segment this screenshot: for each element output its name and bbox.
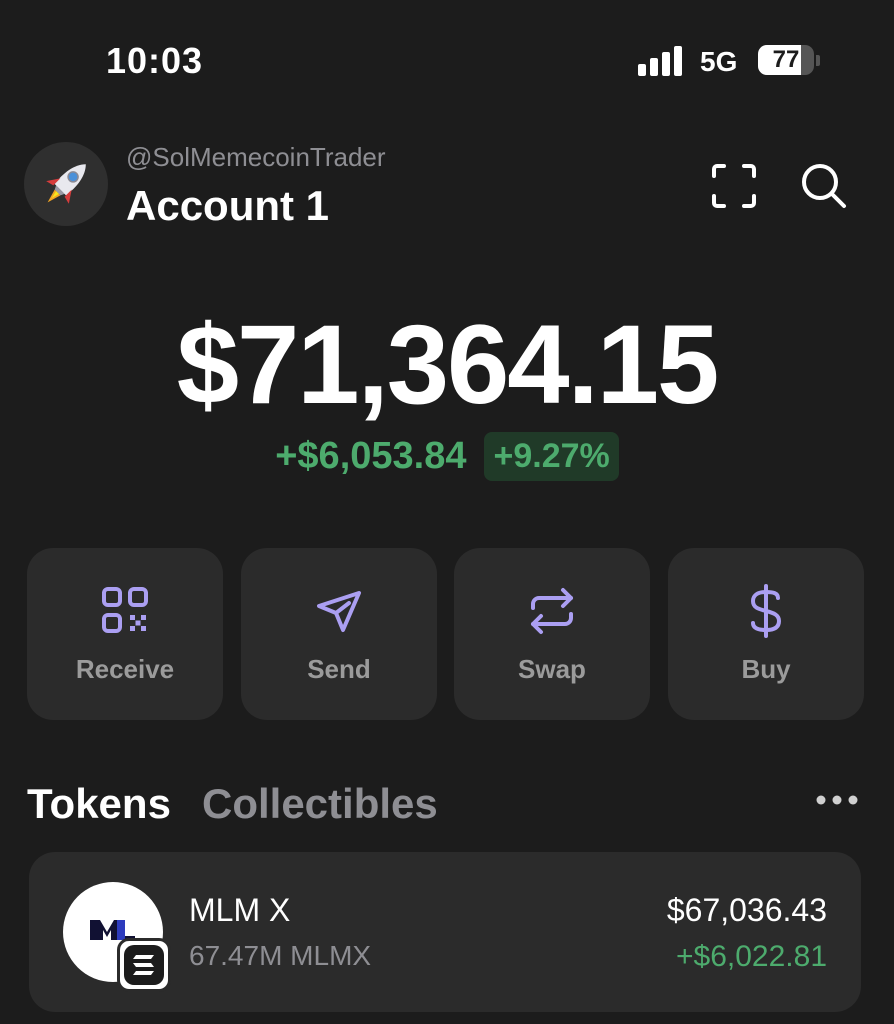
send-icon [317, 591, 361, 632]
rocket-icon [46, 164, 86, 204]
status-bar: 10:03 5G 77 [0, 0, 894, 120]
buy-label: Buy [741, 654, 791, 684]
network-type: 5G [700, 46, 738, 77]
swap-button[interactable]: Swap [454, 548, 650, 720]
send-button[interactable]: Send [241, 548, 437, 720]
battery-level: 77 [772, 46, 800, 73]
account-name[interactable]: Account 1 [126, 182, 329, 230]
tab-tokens[interactable]: Tokens [27, 780, 171, 828]
portfolio-change: +$6,053.84 +9.27% [0, 430, 894, 482]
more-dots-icon[interactable] [813, 786, 861, 814]
tab-collectibles[interactable]: Collectibles [202, 780, 438, 828]
receive-button[interactable]: Receive [27, 548, 223, 720]
change-amount: +$6,053.84 [275, 434, 467, 477]
token-value: $67,036.43 [666, 892, 827, 928]
scan-icon[interactable] [708, 160, 760, 212]
token-amount: 67.47M MLMX [189, 940, 372, 971]
avatar[interactable] [24, 142, 108, 226]
status-time: 10:03 [106, 40, 204, 81]
swap-icon [531, 588, 573, 634]
battery-icon: 77 [758, 45, 820, 77]
portfolio-balance: $71,364.15 [176, 302, 720, 427]
cellular-signal-icon [638, 46, 686, 76]
dollar-icon [750, 584, 782, 638]
token-row[interactable]: MLM X 67.47M MLMX $67,036.43 +$6,022.81 [29, 852, 861, 1012]
action-bar: Receive Send Swap Buy [27, 548, 867, 720]
receive-label: Receive [75, 654, 175, 684]
swap-label: Swap [518, 654, 586, 684]
solana-icon [117, 938, 171, 992]
send-label: Send [307, 654, 371, 684]
search-icon[interactable] [798, 160, 850, 212]
token-name: MLM X [189, 892, 291, 928]
buy-button[interactable]: Buy [668, 548, 864, 720]
account-header: @SolMemecoinTrader Account 1 [0, 130, 894, 240]
change-percent-badge: +9.27% [484, 431, 619, 481]
token-change: +$6,022.81 [676, 940, 827, 973]
account-username[interactable]: @SolMemecoinTrader [126, 142, 386, 173]
asset-tabs: Tokens Collectibles [27, 780, 867, 830]
qr-code-icon [102, 587, 148, 633]
